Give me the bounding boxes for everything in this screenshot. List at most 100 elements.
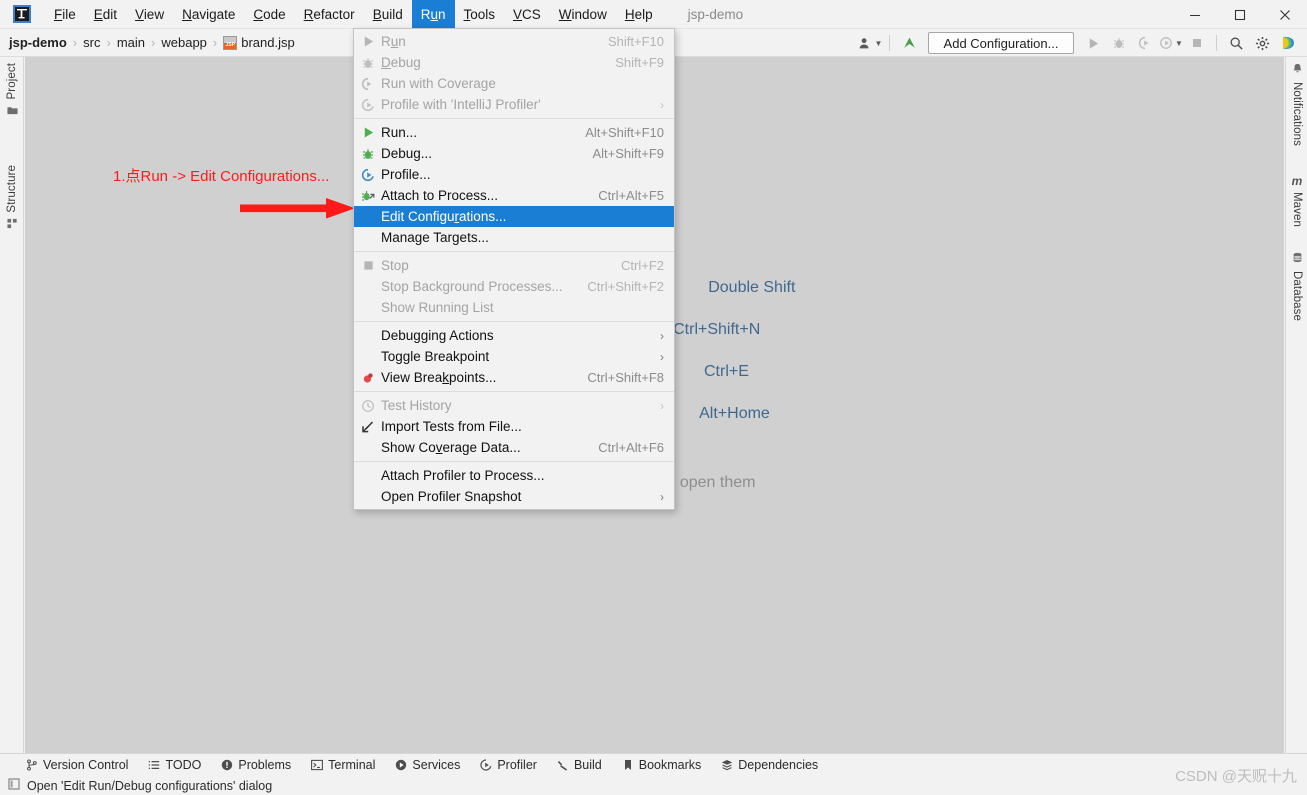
breakpoint-icon bbox=[360, 370, 376, 386]
menu-separator bbox=[354, 321, 674, 322]
menu-item-edit-configurations[interactable]: Edit Configurations... bbox=[354, 206, 674, 227]
menu-item-attach-to-process[interactable]: Attach to Process... Ctrl+Alt+F5 bbox=[354, 185, 674, 206]
menu-item-shortcut: Ctrl+Shift+F8 bbox=[587, 370, 664, 385]
menu-build[interactable]: Build bbox=[364, 0, 412, 29]
tool-window-label: Dependencies bbox=[738, 758, 819, 772]
menu-item-debug[interactable]: Debug... Alt+Shift+F9 bbox=[354, 143, 674, 164]
profile-icon[interactable]: ▼ bbox=[1158, 30, 1184, 56]
menu-item-shortcut: Shift+F9 bbox=[615, 55, 664, 70]
sidebar-item-project[interactable]: Project bbox=[0, 63, 24, 119]
debug-icon[interactable] bbox=[1106, 30, 1132, 56]
sidebar-item-database-label: Database bbox=[1291, 271, 1303, 322]
menu-item-profile-with-intellij-profiler: Profile with 'IntelliJ Profiler' › bbox=[354, 94, 674, 115]
bell-icon bbox=[1292, 63, 1303, 77]
menu-item-toggle-breakpoint[interactable]: Toggle Breakpoint › bbox=[354, 346, 674, 367]
minimize-icon[interactable] bbox=[1172, 0, 1217, 29]
tool-window-bookmarks[interactable]: Bookmarks bbox=[622, 758, 701, 772]
menu-item-shortcut: Ctrl+Shift+F2 bbox=[587, 279, 664, 294]
tool-window-todo[interactable]: TODO bbox=[148, 758, 201, 772]
maximize-icon[interactable] bbox=[1217, 0, 1262, 29]
run-with-coverage-icon bbox=[360, 76, 376, 92]
menu-item-run[interactable]: Run... Alt+Shift+F10 bbox=[354, 122, 674, 143]
status-message: Open 'Edit Run/Debug configurations' dia… bbox=[27, 778, 273, 793]
menu-item-label: Show Running List bbox=[381, 300, 494, 315]
menu-item-profile[interactable]: Profile... bbox=[354, 164, 674, 185]
sidebar-item-structure[interactable]: Structure bbox=[0, 165, 24, 232]
menu-tools[interactable]: Tools bbox=[455, 0, 505, 29]
title-bar: File Edit View Navigate Code Refactor Build Run… bbox=[0, 0, 1307, 29]
sidebar-item-notifications[interactable]: Notifications bbox=[1286, 63, 1307, 146]
window-title: jsp-demo bbox=[687, 6, 744, 22]
menu-item-label: Run... bbox=[381, 125, 418, 140]
menu-code[interactable]: Code bbox=[244, 0, 294, 29]
run-with-coverage-icon[interactable] bbox=[1132, 30, 1158, 56]
menu-edit[interactable]: Edit bbox=[85, 0, 126, 29]
breadcrumb-item-main[interactable]: main bbox=[117, 35, 145, 50]
tool-window-terminal[interactable]: Terminal bbox=[311, 758, 375, 772]
breadcrumb-separator: › bbox=[72, 35, 78, 50]
profile-icon bbox=[360, 97, 376, 113]
menu-item-attach-profiler-to-process[interactable]: Attach Profiler to Process... bbox=[354, 465, 674, 486]
menu-item-run: Run Shift+F10 bbox=[354, 31, 674, 52]
gear-icon[interactable] bbox=[1249, 30, 1275, 56]
menu-item-label: Attach to Process... bbox=[381, 188, 499, 203]
toolbar-divider-2 bbox=[1216, 35, 1217, 51]
menu-item-import-tests-from-file[interactable]: Import Tests from File... bbox=[354, 416, 674, 437]
update-arrow-icon[interactable] bbox=[896, 30, 922, 56]
close-icon[interactable] bbox=[1262, 0, 1307, 29]
profile-dropdown-caret-icon[interactable]: ▼ bbox=[1175, 39, 1183, 48]
right-tool-stripe: Notifications m Maven Database bbox=[1285, 57, 1307, 753]
menu-vcs[interactable]: VCS bbox=[504, 0, 550, 29]
user-icon[interactable]: ▼ bbox=[857, 30, 883, 56]
menu-run[interactable]: Run bbox=[411, 0, 455, 29]
debug-icon bbox=[360, 146, 376, 162]
warning-icon bbox=[221, 759, 233, 771]
menu-item-open-profiler-snapshot[interactable]: Open Profiler Snapshot › bbox=[354, 486, 674, 507]
menu-refactor[interactable]: Refactor bbox=[295, 0, 364, 29]
user-dropdown-caret-icon[interactable]: ▼ bbox=[875, 39, 883, 48]
tool-window-problems[interactable]: Problems bbox=[221, 758, 291, 772]
ai-assistant-icon[interactable] bbox=[1275, 30, 1301, 56]
tool-window-label: Version Control bbox=[43, 758, 129, 772]
breadcrumb-item-jsp-demo[interactable]: jsp-demo bbox=[9, 35, 67, 50]
menu-item-label: Show Coverage Data... bbox=[381, 440, 521, 455]
menu-item-manage-targets[interactable]: Manage Targets... bbox=[354, 227, 674, 248]
tool-window-services[interactable]: Services bbox=[395, 758, 460, 772]
tool-window-dependencies[interactable]: Dependencies bbox=[721, 758, 818, 772]
left-tool-stripe: Project Structure bbox=[0, 57, 24, 753]
menu-item-show-coverage-data[interactable]: Show Coverage Data... Ctrl+Alt+F6 bbox=[354, 437, 674, 458]
menu-window[interactable]: Window bbox=[550, 0, 616, 29]
menu-view[interactable]: View bbox=[126, 0, 173, 29]
add-configuration-button[interactable]: Add Configuration... bbox=[928, 32, 1074, 54]
breadcrumb-item-webapp[interactable]: webapp bbox=[161, 35, 207, 50]
chevron-right-icon: › bbox=[660, 328, 664, 343]
breadcrumb-separator: › bbox=[151, 35, 156, 50]
run-icon[interactable] bbox=[1080, 30, 1106, 56]
breadcrumb-item-brand-jsp[interactable]: brand.jsp bbox=[241, 35, 294, 50]
menu-item-stop: Stop Ctrl+F2 bbox=[354, 255, 674, 276]
menu-help[interactable]: Help bbox=[616, 0, 662, 29]
menu-navigate[interactable]: Navigate bbox=[173, 0, 244, 29]
menu-separator bbox=[354, 118, 674, 119]
menu-item-debugging-actions[interactable]: Debugging Actions › bbox=[354, 325, 674, 346]
tool-window-build[interactable]: Build bbox=[557, 758, 602, 772]
menu-file[interactable]: File bbox=[45, 0, 85, 29]
menu-item-label: Debug... bbox=[381, 146, 433, 161]
breadcrumb-item-src[interactable]: src bbox=[83, 35, 100, 50]
menu-item-show-running-list: Show Running List bbox=[354, 297, 674, 318]
menu-item-label: Test History bbox=[381, 398, 452, 413]
structure-icon bbox=[6, 218, 18, 232]
menu-item-shortcut: Ctrl+Alt+F5 bbox=[598, 188, 664, 203]
breadcrumb-separator: › bbox=[212, 35, 218, 50]
branch-icon bbox=[26, 759, 38, 771]
run-icon bbox=[360, 34, 376, 50]
stop-icon[interactable] bbox=[1184, 30, 1210, 56]
search-icon[interactable] bbox=[1223, 30, 1249, 56]
sidebar-item-maven[interactable]: m Maven bbox=[1286, 175, 1307, 227]
intellij-idea-window: File Edit View Navigate Code Refactor Build Run… bbox=[0, 0, 1307, 795]
tool-window-profiler[interactable]: Profiler bbox=[480, 758, 537, 772]
menu-item-label: Debug bbox=[381, 55, 421, 70]
tool-window-version-control[interactable]: Version Control bbox=[26, 758, 128, 772]
sidebar-item-database[interactable]: Database bbox=[1286, 252, 1307, 321]
menu-item-view-breakpoints[interactable]: View Breakpoints... Ctrl+Shift+F8 bbox=[354, 367, 674, 388]
